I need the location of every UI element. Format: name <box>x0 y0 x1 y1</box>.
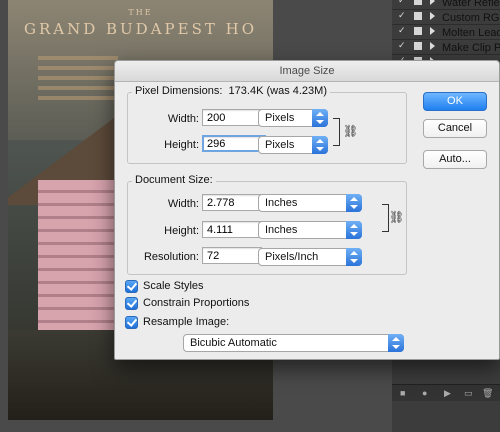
doc-height-label: Height: <box>164 225 199 237</box>
resolution-unit-select[interactable]: Pixels/Inch <box>258 248 362 266</box>
ok-button[interactable]: OK <box>423 92 487 111</box>
check-icon[interactable]: ✓ <box>398 0 406 6</box>
doc-height-input[interactable]: 4.111 <box>202 221 262 238</box>
action-row[interactable]: ✓ Molten Lead <box>392 24 500 40</box>
chain-link-icon: ⛓ <box>389 210 405 224</box>
pixel-width-unit-select[interactable]: Pixels <box>258 109 328 127</box>
chevron-updown-icon <box>388 334 404 352</box>
poster-the: THE <box>128 8 153 17</box>
check-icon[interactable]: ✓ <box>398 10 406 21</box>
stop-icon[interactable]: ■ <box>400 388 405 398</box>
expand-triangle-icon[interactable] <box>430 12 435 20</box>
expand-triangle-icon[interactable] <box>430 0 435 5</box>
check-icon[interactable]: ✓ <box>398 40 406 51</box>
scale-styles-label: Scale Styles <box>143 280 204 292</box>
image-size-dialog: Image Size Pixel Dimensions: 173.4K (was… <box>114 60 500 360</box>
dialog-title: Image Size <box>279 65 335 77</box>
doc-height-unit-select[interactable]: Inches <box>258 221 362 239</box>
resample-method-select[interactable]: Bicubic Automatic <box>183 334 404 352</box>
chain-link-icon: ⛓ <box>343 124 359 138</box>
doc-width-label: Width: <box>167 198 199 210</box>
pixel-height-input[interactable]: 296 <box>202 135 266 152</box>
doc-width-input[interactable]: 2.778 <box>202 194 262 211</box>
resample-image-label: Resample Image: <box>143 316 230 328</box>
new-set-icon[interactable]: ▭ <box>464 388 473 399</box>
check-icon[interactable]: ✓ <box>398 25 406 36</box>
resolution-input[interactable]: 72 <box>202 247 262 264</box>
action-row[interactable]: ✓ Make Clip Pa <box>392 39 500 55</box>
record-icon[interactable]: ● <box>422 388 427 398</box>
dialog-toggle-icon[interactable] <box>414 0 422 5</box>
pixel-dimensions-size: 173.4K (was 4.23M) <box>228 85 327 97</box>
pixel-dimensions-label: Pixel Dimensions: 173.4K (was 4.23M) <box>132 85 330 97</box>
pixel-height-label: Height: <box>164 139 199 151</box>
constrain-link-bracket <box>333 118 340 146</box>
document-size-label: Document Size: <box>132 174 216 186</box>
chevron-updown-icon <box>312 109 328 127</box>
resample-image-checkbox[interactable] <box>125 316 138 329</box>
constrain-link-bracket <box>382 204 389 232</box>
dialog-toggle-icon[interactable] <box>414 42 422 50</box>
poster-title: GRAND BUDAPEST HO <box>23 20 258 38</box>
chevron-updown-icon <box>346 194 362 212</box>
pixel-width-input[interactable]: 200 <box>202 109 266 126</box>
expand-triangle-icon[interactable] <box>430 42 435 50</box>
constrain-proportions-label: Constrain Proportions <box>143 297 250 309</box>
scale-styles-checkbox[interactable] <box>125 280 138 293</box>
chevron-updown-icon <box>346 221 362 239</box>
pixel-width-label: Width: <box>167 113 199 125</box>
dialog-toggle-icon[interactable] <box>414 12 422 20</box>
actions-panel-footer: ■ ● ▶ ▭ 🗑 <box>392 384 500 401</box>
doc-width-unit-select[interactable]: Inches <box>258 194 362 212</box>
dialog-titlebar[interactable]: Image Size <box>115 61 499 82</box>
pixel-height-unit-select[interactable]: Pixels <box>258 136 328 154</box>
expand-triangle-icon[interactable] <box>430 27 435 35</box>
trash-icon[interactable]: 🗑 <box>482 388 493 399</box>
chevron-updown-icon <box>346 248 362 266</box>
chevron-updown-icon <box>312 136 328 154</box>
play-icon[interactable]: ▶ <box>444 388 451 399</box>
cancel-button[interactable]: Cancel <box>423 119 487 138</box>
action-row[interactable]: ✓ Custom RGB <box>392 9 500 25</box>
dialog-toggle-icon[interactable] <box>414 27 422 35</box>
constrain-proportions-checkbox[interactable] <box>125 297 138 310</box>
auto-button[interactable]: Auto... <box>423 150 487 169</box>
resolution-label: Resolution: <box>143 251 199 263</box>
